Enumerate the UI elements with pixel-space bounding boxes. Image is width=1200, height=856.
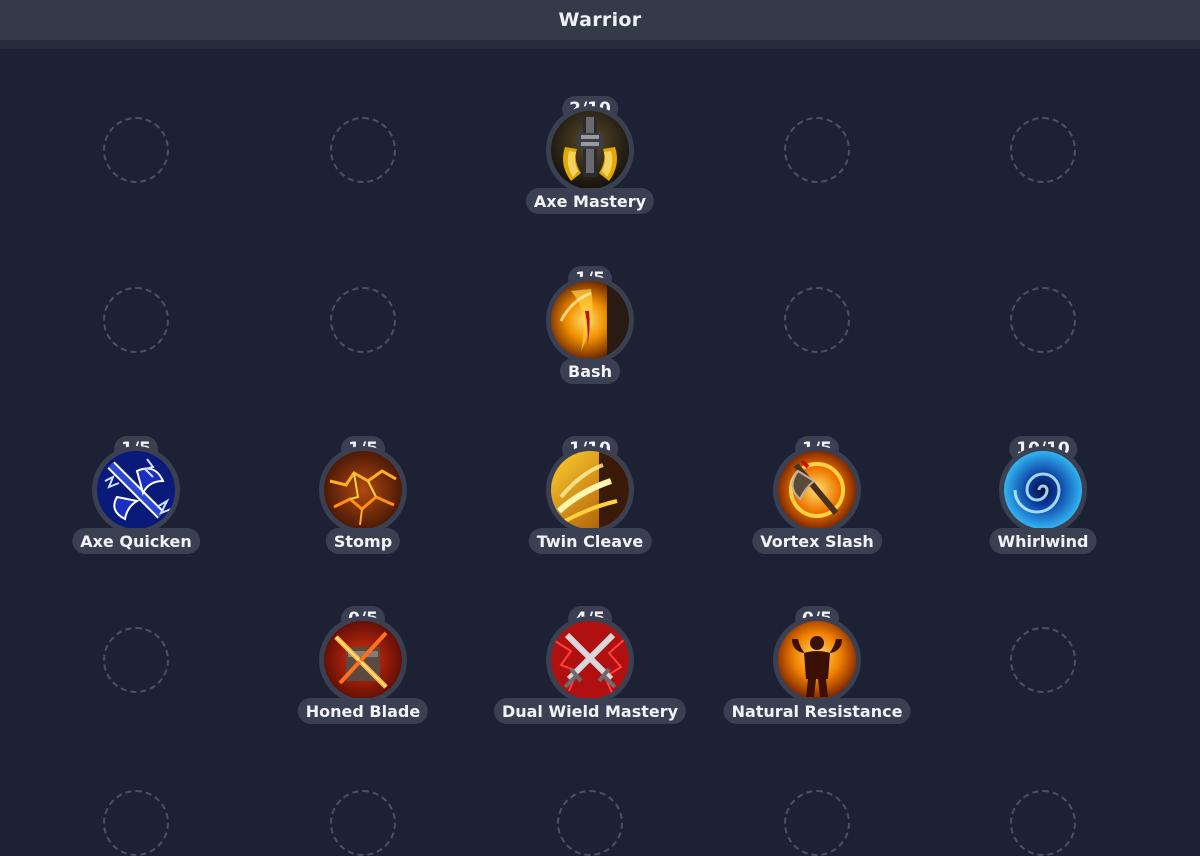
class-title: Warrior [558,9,642,31]
skill-name-label: Stomp [325,528,401,554]
skill-button-bash[interactable] [546,276,634,364]
empty-skill-slot [330,790,396,856]
empty-skill-slot [784,790,850,856]
skill-name-label: Axe Mastery [525,188,655,214]
skill-name-label: Whirlwind [989,528,1097,554]
empty-skill-slot [557,790,623,856]
skill-button-whirlwind[interactable] [999,446,1087,534]
empty-skill-slot [784,117,850,183]
vortex-slash-icon [778,451,856,529]
header-divider [0,40,1200,49]
skill-name-label: Axe Quicken [72,528,200,554]
empty-skill-slot [1010,790,1076,856]
skill-button-vortex-slash[interactable] [773,446,861,534]
skill-name-label: Twin Cleave [528,528,652,554]
skill-name-label: Dual Wield Mastery [493,698,687,724]
skill-name-label: Vortex Slash [752,528,882,554]
skill-button-natural-resistance[interactable] [773,616,861,704]
window-header: Warrior [0,0,1200,40]
empty-skill-slot [103,287,169,353]
natural-resistance-icon [778,621,856,699]
skill-name-label: Honed Blade [297,698,429,724]
skill-button-stomp[interactable] [319,446,407,534]
empty-skill-slot [1010,287,1076,353]
whirlwind-icon [1004,451,1082,529]
empty-skill-slot [330,287,396,353]
skill-button-axe-quicken[interactable] [92,446,180,534]
skill-button-twin-cleave[interactable] [546,446,634,534]
axe-quicken-icon [97,451,175,529]
empty-skill-slot [103,627,169,693]
empty-skill-slot [1010,627,1076,693]
skill-button-dual-wield-mastery[interactable] [546,616,634,704]
skill-name-label: Natural Resistance [723,698,911,724]
honed-blade-icon [324,621,402,699]
twin-cleave-icon [551,451,629,529]
skill-button-honed-blade[interactable] [319,616,407,704]
axe-mastery-icon [551,111,629,189]
empty-skill-slot [784,287,850,353]
empty-skill-slot [103,790,169,856]
skill-tree: 2/10 Axe Mastery 1/ [0,49,1200,856]
empty-skill-slot [103,117,169,183]
skill-button-axe-mastery[interactable] [546,106,634,194]
bash-icon [551,281,629,359]
empty-skill-slot [330,117,396,183]
dual-wield-mastery-icon [551,621,629,699]
empty-skill-slot [1010,117,1076,183]
stomp-icon [324,451,402,529]
skill-name-label: Bash [560,358,620,384]
